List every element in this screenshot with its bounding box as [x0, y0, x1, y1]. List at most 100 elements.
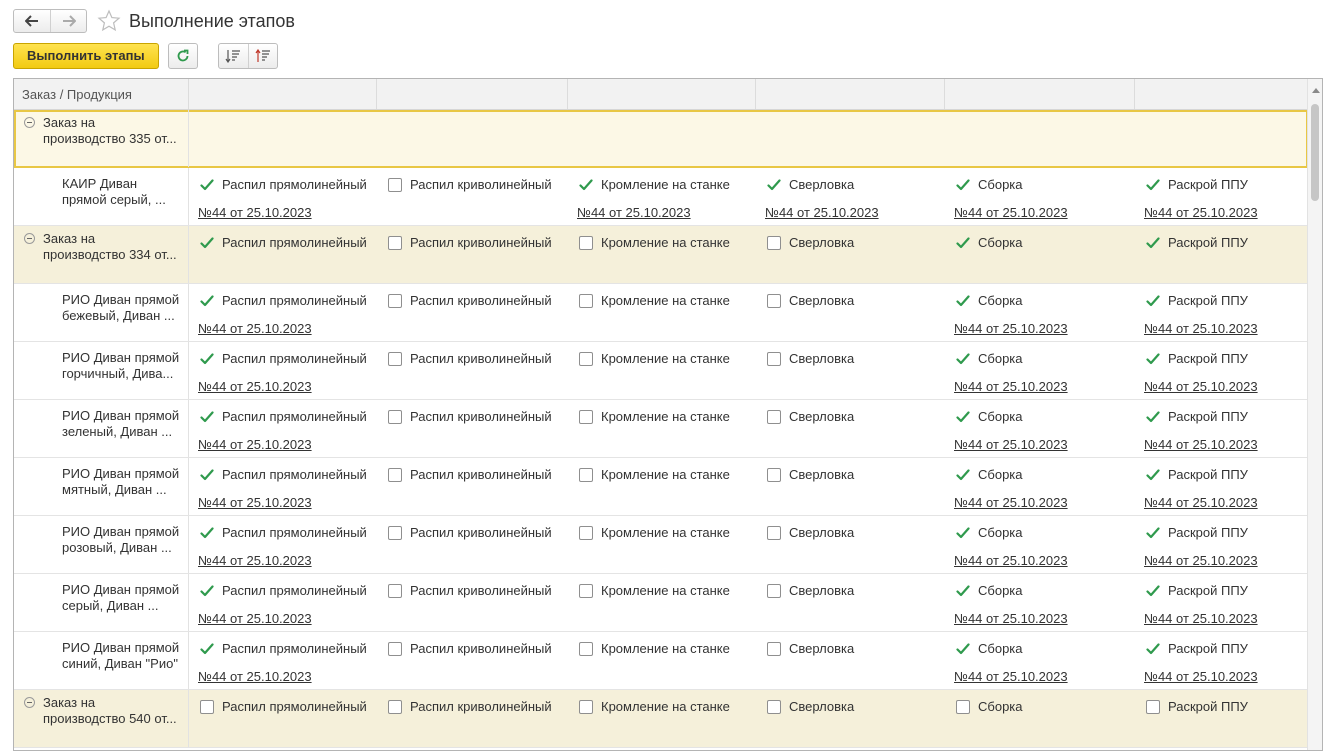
stage-checkbox[interactable]: Сборка	[955, 408, 1023, 425]
checkbox-unchecked[interactable]	[388, 699, 402, 714]
collapse-icon[interactable]	[24, 233, 35, 244]
vertical-scrollbar[interactable]	[1307, 79, 1322, 750]
stage-checkbox[interactable]: Раскрой ППУ	[1145, 698, 1248, 715]
document-link[interactable]: №44 от 25.10.2023	[1144, 495, 1258, 510]
stage-checkbox[interactable]: Распил криволинейный	[387, 582, 552, 599]
checkbox-unchecked[interactable]	[767, 583, 781, 598]
stage-checkbox[interactable]: Раскрой ППУ	[1145, 524, 1248, 541]
document-link[interactable]: №44 от 25.10.2023	[954, 553, 1068, 568]
collapse-icon[interactable]	[24, 117, 35, 128]
checkbox-unchecked[interactable]	[579, 641, 593, 656]
product-row[interactable]: РИО Диван прямой бежевый, Диван ... Распи…	[14, 284, 1308, 342]
refresh-button[interactable]	[167, 42, 198, 69]
document-link[interactable]: №44 от 25.10.2023	[1144, 611, 1258, 626]
order-product-cell[interactable]: Заказ на производство 334 от...	[14, 226, 189, 283]
stage-checkbox[interactable]: Сверловка	[766, 698, 854, 715]
stage-checkbox[interactable]: Распил криволинейный	[387, 466, 552, 483]
forward-button[interactable]	[50, 10, 86, 32]
stage-checkbox[interactable]: Распил прямолинейный	[199, 234, 367, 251]
checkbox-unchecked[interactable]	[579, 409, 593, 424]
stage-checkbox[interactable]: Распил криволинейный	[387, 234, 552, 251]
checkbox-unchecked[interactable]	[767, 467, 781, 482]
document-link[interactable]: №44 от 25.10.2023	[198, 321, 312, 336]
stage-checkbox[interactable]: Раскрой ППУ	[1145, 350, 1248, 367]
stage-checkbox[interactable]: Кромление на станке	[578, 524, 730, 541]
document-link[interactable]: №44 от 25.10.2023	[198, 669, 312, 684]
order-product-cell[interactable]: Заказ на производство 540 от...	[14, 690, 189, 747]
stage-checkbox[interactable]: Распил криволинейный	[387, 408, 552, 425]
column-header-order-product[interactable]: Заказ / Продукция	[14, 79, 189, 109]
stage-checkbox[interactable]: Кромление на станке	[578, 176, 730, 193]
stage-checkbox[interactable]: Распил криволинейный	[387, 524, 552, 541]
back-button[interactable]	[14, 10, 50, 32]
checkbox-unchecked[interactable]	[767, 525, 781, 540]
order-product-cell[interactable]: Заказ на производство 335 от...	[14, 110, 189, 167]
checkbox-unchecked[interactable]	[767, 351, 781, 366]
checkbox-unchecked[interactable]	[579, 293, 593, 308]
order-product-cell[interactable]: РИО Диван прямой розовый, Диван ...	[14, 516, 189, 573]
column-header-stage-6[interactable]	[1135, 79, 1308, 109]
document-link[interactable]: №44 от 25.10.2023	[198, 379, 312, 394]
stage-checkbox[interactable]: Раскрой ППУ	[1145, 640, 1248, 657]
document-link[interactable]: №44 от 25.10.2023	[954, 437, 1068, 452]
scroll-thumb[interactable]	[1311, 104, 1319, 201]
order-group-row[interactable]: Заказ на производство 334 от... Распил пр…	[14, 226, 1308, 284]
order-group-row[interactable]: Заказ на производство 335 от...	[14, 110, 1308, 168]
product-row[interactable]: РИО Диван прямой розовый, Диван ... Распи…	[14, 516, 1308, 574]
document-link[interactable]: №44 от 25.10.2023	[765, 205, 879, 220]
stage-checkbox[interactable]: Сборка	[955, 524, 1023, 541]
order-product-cell[interactable]: РИО Диван прямой бежевый, Диван ...	[14, 284, 189, 341]
execute-stages-button[interactable]: Выполнить этапы	[13, 42, 159, 69]
stage-checkbox[interactable]: Сверловка	[766, 408, 854, 425]
checkbox-unchecked[interactable]	[767, 641, 781, 656]
stage-checkbox[interactable]: Распил прямолинейный	[199, 524, 367, 541]
checkbox-unchecked[interactable]	[388, 293, 402, 308]
stage-checkbox[interactable]: Кромление на станке	[578, 408, 730, 425]
document-link[interactable]: №44 от 25.10.2023	[198, 205, 312, 220]
stage-checkbox[interactable]: Раскрой ППУ	[1145, 582, 1248, 599]
document-link[interactable]: №44 от 25.10.2023	[1144, 553, 1258, 568]
checkbox-unchecked[interactable]	[767, 235, 781, 250]
stage-checkbox[interactable]: Раскрой ППУ	[1145, 292, 1248, 309]
stage-checkbox[interactable]: Сверловка	[766, 582, 854, 599]
order-product-cell[interactable]: КАИР Диван прямой серый, ...	[14, 168, 189, 225]
checkbox-unchecked[interactable]	[388, 177, 402, 192]
stage-checkbox[interactable]: Распил криволинейный	[387, 640, 552, 657]
checkbox-unchecked[interactable]	[388, 409, 402, 424]
column-header-stage-1[interactable]	[189, 79, 377, 109]
document-link[interactable]: №44 от 25.10.2023	[577, 205, 691, 220]
stage-checkbox[interactable]: Распил прямолинейный	[199, 466, 367, 483]
stage-checkbox[interactable]: Распил прямолинейный	[199, 350, 367, 367]
stage-checkbox[interactable]: Распил криволинейный	[387, 350, 552, 367]
checkbox-unchecked[interactable]	[388, 467, 402, 482]
checkbox-unchecked[interactable]	[579, 467, 593, 482]
column-header-stage-4[interactable]	[756, 79, 945, 109]
stage-checkbox[interactable]: Кромление на станке	[578, 350, 730, 367]
stage-checkbox[interactable]: Сверловка	[766, 350, 854, 367]
stage-checkbox[interactable]: Кромление на станке	[578, 582, 730, 599]
checkbox-unchecked[interactable]	[1146, 699, 1160, 714]
product-row[interactable]: РИО Диван прямой синий, Диван "Рио" Распи…	[14, 632, 1308, 690]
column-header-stage-3[interactable]	[568, 79, 756, 109]
checkbox-unchecked[interactable]	[579, 583, 593, 598]
stage-checkbox[interactable]: Кромление на станке	[578, 234, 730, 251]
stage-checkbox[interactable]: Сверловка	[766, 292, 854, 309]
sort-descending-button[interactable]	[247, 43, 277, 68]
checkbox-unchecked[interactable]	[579, 235, 593, 250]
document-link[interactable]: №44 от 25.10.2023	[1144, 437, 1258, 452]
stage-checkbox[interactable]: Сверловка	[766, 234, 854, 251]
stage-checkbox[interactable]: Сборка	[955, 640, 1023, 657]
order-product-cell[interactable]: РИО Диван прямой серый, Диван ...	[14, 574, 189, 631]
order-product-cell[interactable]: РИО Диван прямой горчичный, Дива...	[14, 342, 189, 399]
stage-checkbox[interactable]: Сборка	[955, 350, 1023, 367]
checkbox-unchecked[interactable]	[388, 583, 402, 598]
stage-checkbox[interactable]: Распил криволинейный	[387, 292, 552, 309]
stage-checkbox[interactable]: Сверловка	[766, 176, 854, 193]
order-product-cell[interactable]: РИО Диван прямой зеленый, Диван ...	[14, 400, 189, 457]
product-row[interactable]: КАИР Диван прямой серый, ... Распил прямо…	[14, 168, 1308, 226]
document-link[interactable]: №44 от 25.10.2023	[954, 669, 1068, 684]
stage-checkbox[interactable]: Сборка	[955, 698, 1023, 715]
document-link[interactable]: №44 от 25.10.2023	[198, 553, 312, 568]
document-link[interactable]: №44 от 25.10.2023	[954, 321, 1068, 336]
checkbox-unchecked[interactable]	[767, 293, 781, 308]
